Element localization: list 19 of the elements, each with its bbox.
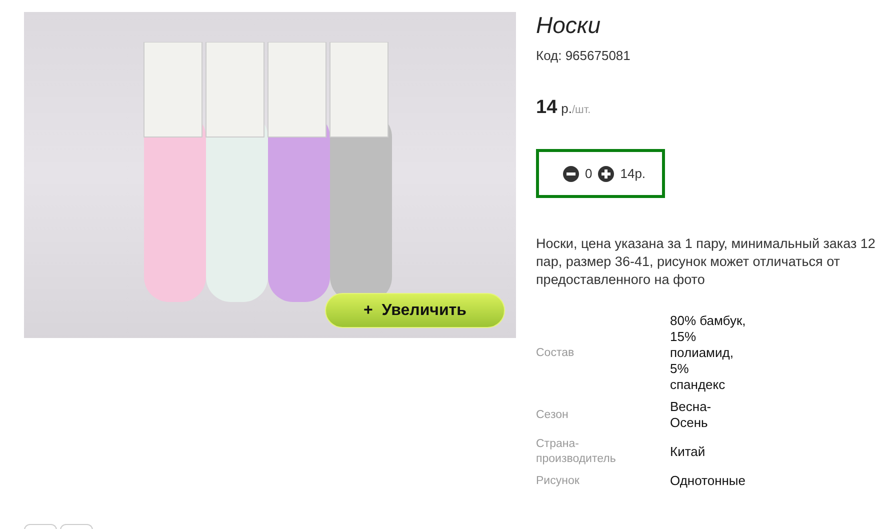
spec-value: Весна- Осень xyxy=(670,399,712,431)
quantity-value: 0 xyxy=(585,166,592,181)
price-unit: р. xyxy=(561,101,572,116)
minus-button[interactable] xyxy=(563,166,579,182)
price-value: 14 xyxy=(536,97,558,119)
plus-button[interactable] xyxy=(598,166,614,182)
zoom-button[interactable]: + Увеличить xyxy=(325,293,505,328)
spec-label: Страна-производитель xyxy=(536,437,617,467)
spec-label: Рисунок xyxy=(536,474,580,488)
product-title: Носки xyxy=(536,12,602,39)
spec-value: Однотонные xyxy=(670,473,747,489)
quantity-total: 14р. xyxy=(620,166,646,181)
spec-label: Состав xyxy=(536,346,576,360)
product-code: Код: 965675081 xyxy=(536,48,632,63)
price-per-unit: /шт. xyxy=(572,104,591,116)
spec-value: Китай xyxy=(670,444,706,460)
spec-label: Сезон xyxy=(536,408,570,422)
product-description: Носки, цена указана за 1 пару, минимальный заказ 12 пар, размер 36-41, рисунок может отличаться от предоставленного на фото xyxy=(536,235,876,289)
spec-value: 80% бамбук, 15% полиамид, 5% спандекс xyxy=(670,313,747,393)
